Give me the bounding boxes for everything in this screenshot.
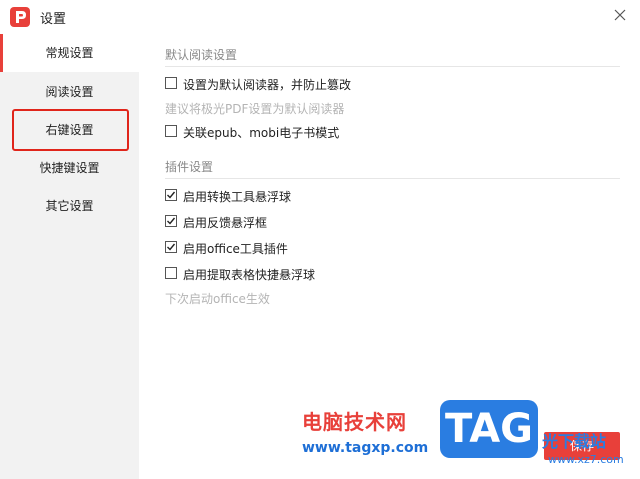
sidebar-item-label: 其它设置	[45, 199, 94, 213]
close-button[interactable]	[610, 5, 630, 25]
hint-default-reader: 建议将极光PDF设置为默认阅读器	[165, 102, 345, 116]
settings-sidebar: 常规设置 阅读设置 右键设置 快捷键设置 其它设置	[0, 34, 139, 479]
option-label: 启用转换工具悬浮球	[183, 190, 292, 204]
section-title-reader: 默认阅读设置	[165, 48, 238, 62]
option-label: 启用提取表格快捷悬浮球	[183, 268, 316, 282]
checkbox[interactable]	[165, 77, 177, 89]
option-label: 设置为默认阅读器，并防止篡改	[183, 78, 352, 92]
watermark-text: 电脑技术网	[302, 410, 407, 434]
app-logo-icon	[10, 7, 30, 27]
sidebar-item-label: 快捷键设置	[39, 161, 100, 175]
sidebar-item-general[interactable]: 常规设置	[0, 34, 139, 72]
window-title: 设置	[40, 12, 67, 27]
section-divider	[165, 178, 620, 179]
option-label: 启用反馈悬浮框	[183, 216, 268, 230]
close-icon	[614, 9, 626, 21]
watermark-site-url: www.xz7.com	[548, 453, 624, 466]
checkmark-icon	[167, 191, 176, 199]
sidebar-item-label: 阅读设置	[45, 85, 94, 99]
sidebar-item-other[interactable]: 其它设置	[0, 187, 139, 225]
sidebar-item-label: 常规设置	[45, 46, 94, 60]
section-divider	[165, 66, 620, 67]
title-bar: 设置	[0, 0, 640, 34]
sidebar-item-shortcuts[interactable]: 快捷键设置	[0, 149, 139, 187]
option-label: 启用office工具插件	[183, 242, 288, 256]
checkbox[interactable]	[165, 125, 177, 137]
watermark-site-name: 光下载站	[542, 432, 607, 451]
option-label: 关联epub、mobi电子书模式	[183, 126, 340, 140]
checkmark-icon	[167, 243, 176, 251]
section-title-plugins: 插件设置	[165, 160, 214, 174]
watermark-url: www.tagxp.com	[302, 440, 429, 456]
annotation-highlight-box	[12, 109, 129, 151]
checkbox-checked[interactable]	[165, 189, 177, 201]
checkbox[interactable]	[165, 267, 177, 279]
watermark-tag-logo: TAG	[440, 400, 538, 458]
checkbox-checked[interactable]	[165, 241, 177, 253]
checkbox-checked[interactable]	[165, 215, 177, 227]
hint-office-restart: 下次启动office生效	[165, 292, 270, 306]
sidebar-item-reading[interactable]: 阅读设置	[0, 73, 139, 111]
checkmark-icon	[167, 217, 176, 225]
